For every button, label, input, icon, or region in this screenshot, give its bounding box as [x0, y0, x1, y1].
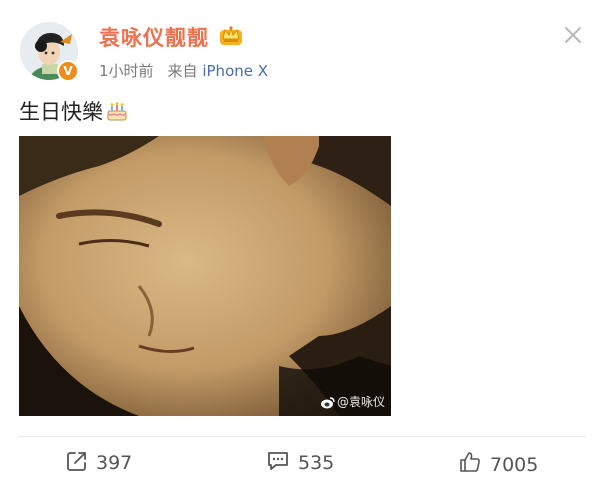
comment-icon [268, 452, 288, 470]
post-time[interactable]: 1小时前 [99, 62, 154, 80]
repost-icon [67, 452, 86, 471]
weibo-post-card: V 袁咏仪靓靓 1小时前 来自 iPhone X 生日快樂 @袁咏仪 397 5… [0, 0, 600, 491]
comment-button[interactable]: 535 [266, 450, 334, 476]
post-body: 生日快樂 [19, 96, 129, 126]
repost-button[interactable]: 397 [66, 450, 132, 476]
portrait-photo [19, 136, 391, 416]
like-count: 7005 [490, 454, 539, 476]
thumbs-up-icon [460, 452, 480, 472]
watermark-text: @袁咏仪 [336, 395, 385, 409]
weibo-logo-icon [320, 397, 335, 409]
divider [19, 436, 586, 437]
close-icon[interactable] [560, 22, 586, 48]
source-device-link[interactable]: iPhone X [202, 62, 268, 80]
post-image[interactable]: @袁咏仪 [19, 136, 391, 416]
birthday-cake-icon [107, 102, 127, 121]
like-button[interactable]: 7005 [458, 450, 538, 476]
comment-count: 535 [298, 452, 335, 474]
post-text: 生日快樂 [19, 100, 103, 124]
post-meta: 1小时前 来自 iPhone X [99, 60, 268, 81]
image-watermark: @袁咏仪 [320, 393, 385, 410]
verified-v-icon: V [57, 60, 79, 82]
author-name[interactable]: 袁咏仪靓靓 [99, 22, 209, 52]
crown-badge-icon[interactable] [219, 24, 243, 46]
repost-count: 397 [96, 452, 133, 474]
source-prefix: 来自 [167, 62, 198, 80]
